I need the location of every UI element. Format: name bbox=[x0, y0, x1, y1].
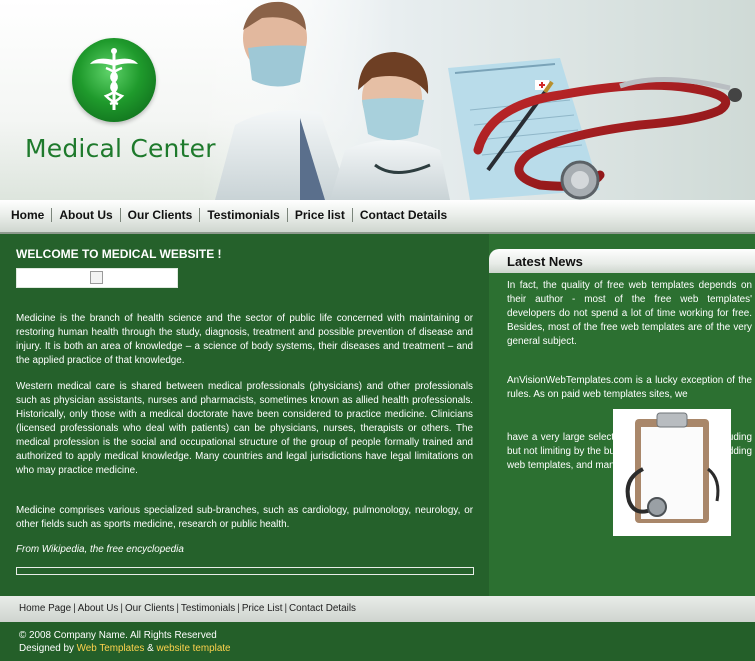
nav-home[interactable]: Home bbox=[4, 208, 51, 222]
footer-separator: | bbox=[284, 603, 288, 614]
nav-about-us[interactable]: About Us bbox=[52, 208, 119, 222]
nav-contact-details[interactable]: Contact Details bbox=[353, 208, 454, 222]
footer-separator: | bbox=[73, 603, 76, 614]
content-divider-box bbox=[16, 567, 474, 575]
content-area: WELCOME TO MEDICAL WEBSITE ! Medicine is… bbox=[0, 234, 755, 596]
copyright-text: © 2008 Company Name. All Rights Reserved bbox=[19, 630, 217, 641]
footer-link-about[interactable]: About Us bbox=[78, 603, 119, 614]
broken-image-icon bbox=[90, 271, 103, 284]
footer-separator: | bbox=[176, 603, 179, 614]
site-title: Medical Center bbox=[25, 134, 216, 163]
news-header: Latest News bbox=[489, 249, 755, 273]
main-column: WELCOME TO MEDICAL WEBSITE ! Medicine is… bbox=[0, 234, 489, 596]
news-paragraph: In fact, the quality of free web templat… bbox=[507, 280, 752, 347]
footer-link-clients[interactable]: Our Clients bbox=[125, 603, 174, 614]
sidebar: Latest News In fact, the quality of free… bbox=[489, 234, 755, 596]
source-citation: From Wikipedia, the free encyclopedia bbox=[16, 544, 184, 555]
clipboard-image bbox=[613, 409, 731, 536]
caduceus-logo-icon bbox=[72, 38, 156, 122]
footer-separator: | bbox=[120, 603, 123, 614]
news-title: Latest News bbox=[507, 254, 583, 269]
body-paragraph: Medicine is the branch of health science… bbox=[16, 313, 473, 366]
header-banner: Medical Center bbox=[0, 0, 755, 200]
website-template-link[interactable]: website template bbox=[156, 643, 230, 654]
web-templates-link[interactable]: Web Templates bbox=[77, 643, 145, 654]
designed-by-label: Designed by bbox=[19, 643, 74, 654]
footer-link-home[interactable]: Home Page bbox=[19, 603, 71, 614]
footer-link-contact[interactable]: Contact Details bbox=[289, 603, 356, 614]
ampersand: & bbox=[147, 643, 154, 654]
footer: © 2008 Company Name. All Rights Reserved… bbox=[0, 622, 755, 661]
body-paragraph: Western medical care is shared between m… bbox=[16, 381, 473, 476]
nav-price-list[interactable]: Price list bbox=[288, 208, 352, 222]
page: Medical Center Home About Us Our Clients… bbox=[0, 0, 755, 661]
news-paragraph: AnVisionWebTemplates.com is a lucky exce… bbox=[507, 375, 752, 400]
footer-nav: Home Page | About Us | Our Clients | Tes… bbox=[0, 596, 755, 622]
main-nav: Home About Us Our Clients Testimonials P… bbox=[0, 200, 755, 234]
nav-testimonials[interactable]: Testimonials bbox=[200, 208, 286, 222]
designed-by-line: Designed by Web Templates & website temp… bbox=[19, 643, 231, 654]
footer-link-testimonials[interactable]: Testimonials bbox=[181, 603, 235, 614]
nav-our-clients[interactable]: Our Clients bbox=[121, 208, 200, 222]
footer-separator: | bbox=[237, 603, 240, 614]
image-placeholder bbox=[16, 268, 178, 288]
body-paragraph: Medicine comprises various specialized s… bbox=[16, 505, 473, 530]
footer-link-price-list[interactable]: Price List bbox=[242, 603, 283, 614]
welcome-heading: WELCOME TO MEDICAL WEBSITE ! bbox=[16, 247, 222, 261]
